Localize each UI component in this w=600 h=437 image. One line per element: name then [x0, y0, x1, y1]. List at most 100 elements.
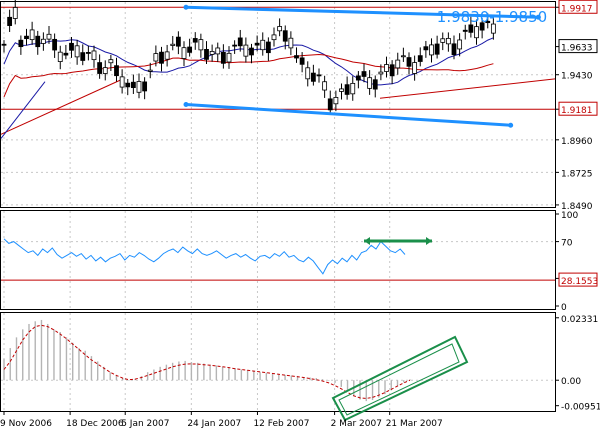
candle-body [52, 38, 58, 51]
candle-body [1, 43, 7, 46]
candle-body [462, 29, 468, 32]
candle-body [389, 64, 395, 77]
candle-body [130, 81, 136, 89]
candle-body [7, 16, 13, 26]
candle-body [18, 39, 24, 48]
candle-body [80, 52, 86, 61]
candle-body [142, 81, 148, 92]
candle-body [260, 39, 266, 51]
candle-body [125, 82, 131, 88]
candle-body [384, 64, 389, 72]
time-tick-label: 5 Jan 2007 [121, 419, 169, 429]
candle-body [102, 67, 108, 74]
price-tick-label: 1.8960 [561, 137, 593, 147]
candle-body [209, 51, 215, 55]
candle-body [153, 53, 159, 62]
candle-body [310, 72, 316, 82]
candle-body [451, 43, 457, 56]
candle-body [226, 52, 232, 63]
candle-body [97, 62, 103, 74]
price-tick-label: 1.9430 [561, 72, 593, 82]
rsi-level-label: 28.1553 [561, 277, 598, 287]
time-tick-label: 21 Mar 2007 [386, 419, 443, 429]
candle-body [288, 37, 294, 49]
rsi-tick-label: 100 [561, 211, 578, 221]
macd-tick-label: -0.00951 [561, 403, 600, 413]
candle-body [265, 41, 271, 54]
candle-body [344, 84, 350, 95]
candle-body [445, 37, 451, 45]
candle-body [35, 35, 41, 48]
chart-background [0, 0, 600, 433]
candle-body [249, 47, 254, 56]
candle-body [159, 51, 164, 64]
candle-body [400, 55, 406, 58]
candle-body [434, 43, 440, 55]
macd-tick-label: 0.00 [561, 377, 581, 387]
candle-body [322, 81, 328, 91]
candle-body [74, 45, 80, 58]
candle-body [147, 69, 153, 72]
candle-body [350, 82, 356, 95]
candle-body [361, 71, 367, 77]
candle-body [192, 38, 198, 43]
candle-body [85, 52, 91, 54]
candle-body [40, 38, 46, 44]
chart-svg: 1.9830-1.9850 1.9917 1.9633 1.9430 1.9181 1.… [0, 0, 600, 433]
candle-body [395, 59, 401, 69]
chart-window: 1.9830-1.9850 1.9917 1.9633 1.9430 1.9181 1.… [0, 0, 600, 433]
price-tick-label: 1.9633 [561, 44, 593, 54]
candle-body [29, 29, 35, 41]
candle-body [355, 75, 361, 81]
rsi-tick-label: 70 [561, 239, 573, 249]
candle-body [237, 37, 243, 47]
candle-body [215, 47, 221, 55]
candle-body [429, 44, 434, 56]
candle-body [316, 74, 322, 77]
candle-body [198, 39, 204, 51]
candle-body [46, 33, 52, 40]
channel-anchor [183, 4, 189, 10]
candle-body [468, 24, 474, 33]
candle-body [119, 76, 125, 88]
target-zone-annotation: 1.9830-1.9850 [437, 8, 547, 26]
candle-body [63, 52, 69, 56]
candle-body [305, 67, 311, 80]
candle-body [164, 51, 170, 60]
candle-body [327, 98, 333, 111]
candle-body [254, 42, 260, 46]
macd-tick-label: 0.02331 [561, 315, 598, 325]
candle-body [423, 46, 429, 51]
channel-anchor [508, 122, 514, 128]
candle-body [333, 97, 339, 105]
candle-body [175, 36, 181, 47]
candle-body [170, 43, 176, 46]
rsi-tick-label: 0 [561, 303, 567, 313]
candle-body [474, 26, 479, 39]
candle-body [440, 38, 446, 43]
candle-body [114, 65, 119, 77]
candle-body [299, 57, 305, 65]
price-tick-label: 1.8725 [561, 169, 593, 179]
candle-body [271, 34, 277, 41]
time-tick-label: 12 Feb 2007 [253, 419, 309, 429]
candle-body [204, 49, 209, 60]
channel-anchor [183, 102, 189, 107]
candle-body [57, 51, 63, 62]
candle-body [220, 51, 226, 64]
candle-body [412, 62, 418, 74]
candle-body [136, 81, 142, 93]
candle-body [282, 30, 288, 42]
candle-body [232, 44, 238, 47]
price-tick-label: 1.9181 [561, 106, 593, 116]
candle-body [367, 77, 373, 89]
candle-body [108, 59, 114, 64]
candle-body [12, 7, 18, 19]
candle-body [181, 47, 187, 59]
candle-body [69, 42, 74, 51]
candle-body [294, 55, 299, 59]
candle-body [243, 44, 249, 57]
time-tick-label: 18 Dec 2006 [66, 419, 124, 429]
candle-body [417, 55, 423, 62]
candle-body [457, 39, 463, 50]
